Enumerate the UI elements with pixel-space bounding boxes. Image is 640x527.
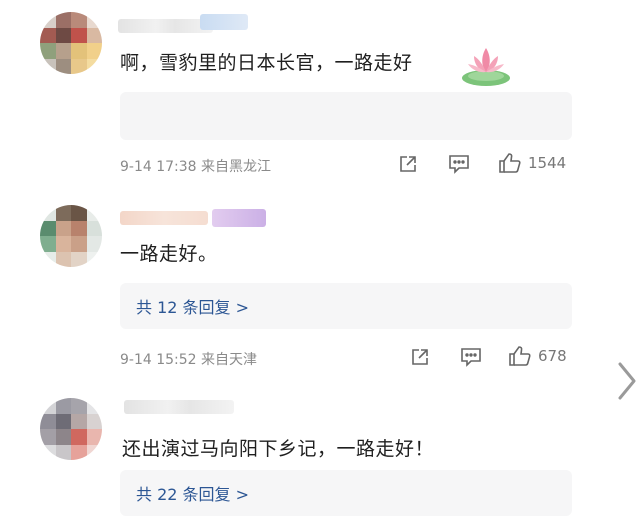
comment-meta: 9-14 15:52 来自天津 (120, 352, 258, 368)
share-button[interactable] (410, 347, 430, 367)
reply-summary-label[interactable]: 共 12 条回复 > (136, 294, 249, 318)
reply-summary[interactable]: 共 22 条回复 > (120, 470, 572, 516)
share-button[interactable] (398, 154, 418, 174)
like-count: 678 (538, 347, 567, 365)
comment-meta: 9-14 17:38 来自黑龙江 (120, 159, 272, 175)
comment-text: 啊，雪豹里的日本长官，一路走好 (120, 52, 413, 74)
avatar[interactable] (40, 398, 102, 460)
like-button[interactable]: 1544 (498, 152, 566, 174)
like-icon (509, 346, 531, 366)
comment-icon (449, 155, 469, 174)
username-blurred[interactable] (118, 19, 213, 33)
like-button[interactable]: 678 (508, 345, 567, 367)
avatar[interactable] (40, 12, 102, 74)
like-count: 1544 (528, 154, 567, 172)
user-badge-blurred (200, 14, 248, 30)
share-icon (400, 156, 416, 172)
comment-item: 还出演过马向阳下乡记，一路走好！ 共 22 条回复 > (0, 390, 600, 527)
chevron-right-icon[interactable] (612, 358, 640, 404)
comment-text: 还出演过马向阳下乡记，一路走好！ (122, 438, 435, 460)
comment-button[interactable] (460, 347, 482, 367)
comment-item: 一路走好。 共 12 条回复 > 9-14 15:52 来自天津 678 (0, 195, 600, 375)
lotus-icon (460, 42, 512, 88)
media-placeholder[interactable] (120, 92, 572, 140)
comment-text: 一路走好。 (120, 243, 218, 265)
username-blurred[interactable] (120, 211, 208, 225)
comment-button[interactable] (448, 154, 470, 174)
reply-summary-label[interactable]: 共 22 条回复 > (136, 481, 249, 505)
reply-summary[interactable]: 共 12 条回复 > (120, 283, 572, 329)
comment-item: 啊，雪豹里的日本长官，一路走好 9-14 17:38 来自黑龙江 1544 (0, 0, 600, 190)
share-icon (412, 349, 428, 365)
user-badge-blurred (212, 209, 266, 227)
like-icon (499, 153, 521, 173)
comment-icon (461, 348, 481, 367)
username-blurred[interactable] (124, 400, 234, 414)
avatar[interactable] (40, 205, 102, 267)
